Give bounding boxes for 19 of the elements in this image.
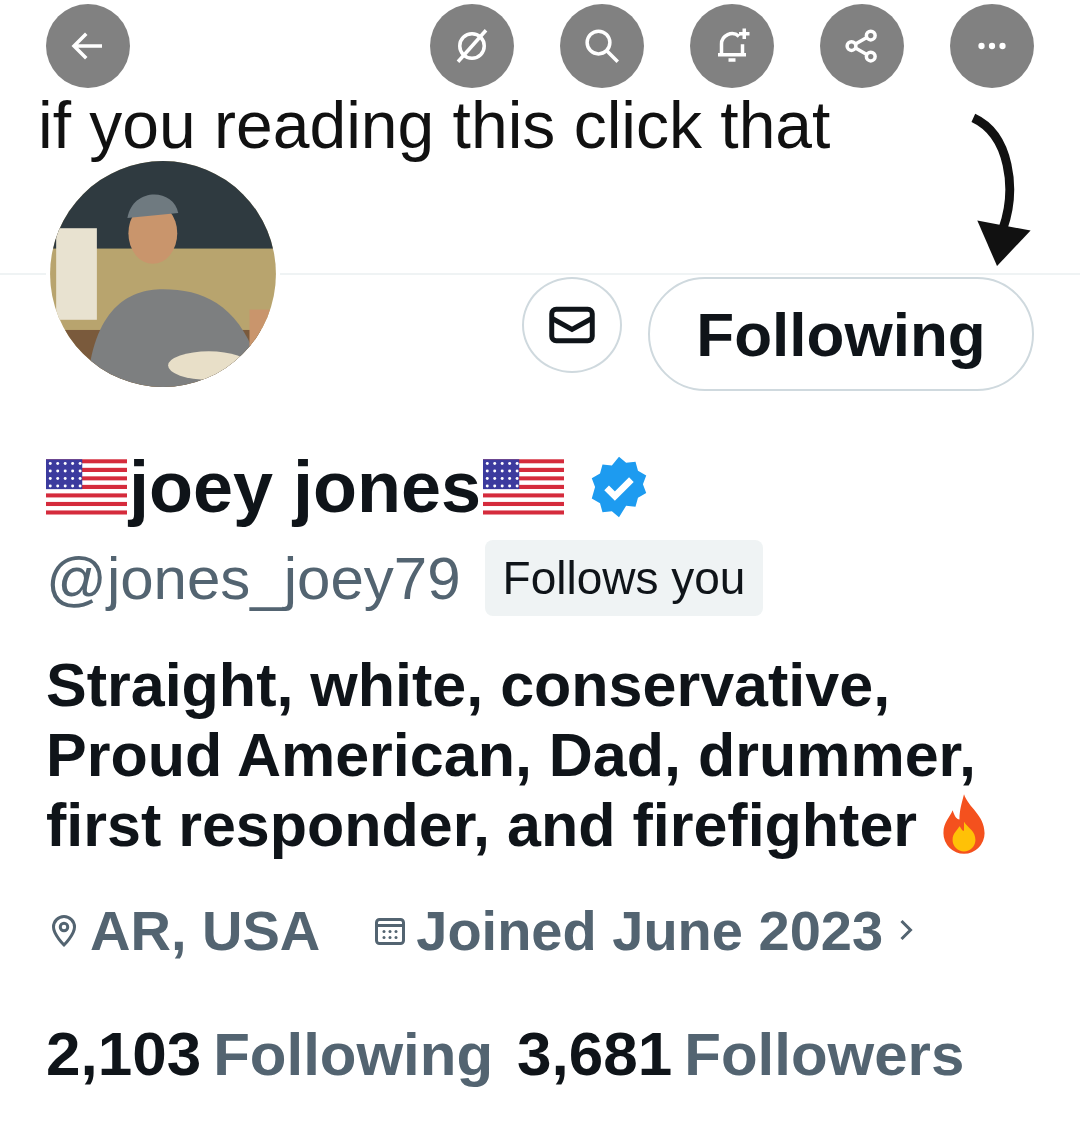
flag-icon xyxy=(483,459,565,515)
bell-plus-icon xyxy=(716,26,752,62)
flag-icon xyxy=(46,459,127,515)
username: @jones_joey79 xyxy=(46,543,461,613)
slashed-circle-icon xyxy=(456,29,488,63)
follows-you-label: Follows you xyxy=(484,540,764,616)
more-icon xyxy=(978,42,1006,50)
stat-count: 3,681 xyxy=(517,1018,673,1089)
bio-text: Straight, white, conservative, Proud American, Dad, drummer, first responder, and firefighter xyxy=(46,650,1036,860)
display-name: joey jones xyxy=(129,446,482,528)
stat-count: 2,103 xyxy=(46,1018,202,1089)
location-text: AR, USA xyxy=(90,897,321,963)
stat-link[interactable]: Followers xyxy=(684,1020,965,1089)
search-icon xyxy=(585,29,619,63)
stat-link[interactable]: Following xyxy=(213,1020,494,1089)
share-icon xyxy=(845,29,877,63)
following-button[interactable]: Following xyxy=(648,277,1034,391)
joined-date: Joined June 2023 xyxy=(416,897,884,963)
arrow-left-icon xyxy=(71,32,104,60)
